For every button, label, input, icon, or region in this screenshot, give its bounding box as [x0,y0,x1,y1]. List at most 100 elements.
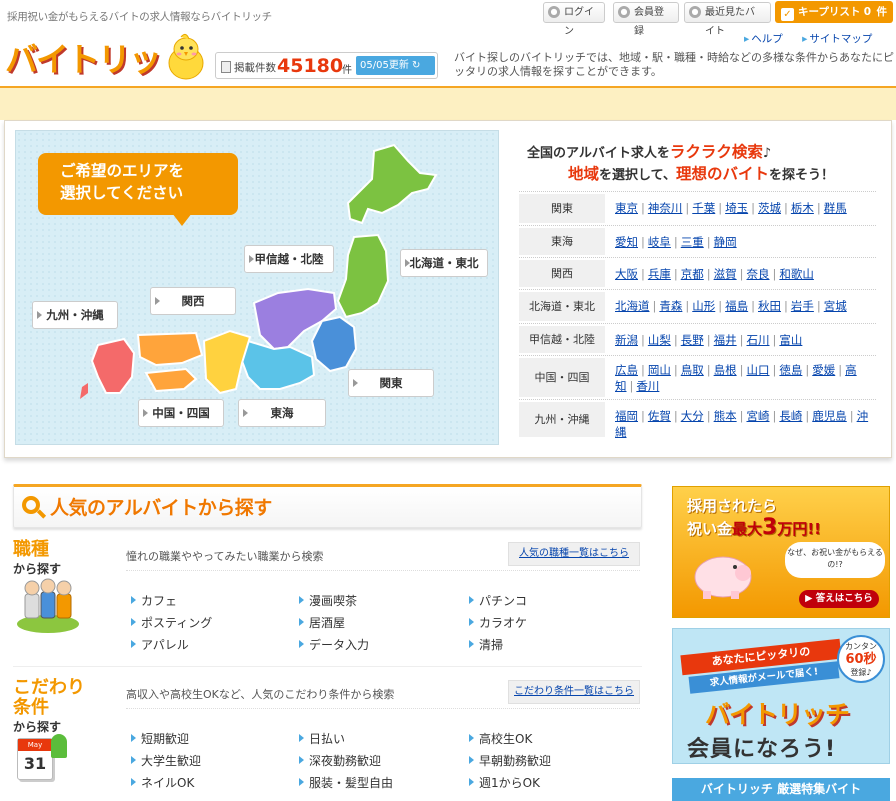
condition-more-link[interactable]: こだわり条件一覧はこちら [508,680,640,704]
separator: | [706,409,711,423]
prefecture-link[interactable]: 埼玉 [725,201,748,215]
prefecture-link[interactable]: 栃木 [791,201,814,215]
job-type-item[interactable]: 漫画喫茶 [299,592,357,609]
help-link[interactable]: ▸ ヘルプ [744,33,791,45]
prefecture-link[interactable]: 大分 [681,409,704,423]
job-type-item[interactable]: 清掃 [469,636,503,653]
prefecture-link[interactable]: 佐賀 [648,409,671,423]
prefecture-link[interactable]: 福岡 [615,409,638,423]
title1-pre: 全国のアルバイト求人を [527,146,670,161]
prefecture-link[interactable]: 岩手 [791,299,814,313]
job-type-more-link[interactable]: 人気の職種一覧はこちら [508,542,640,566]
prefecture-link[interactable]: 東京 [615,201,638,215]
prefecture-link[interactable]: 愛媛 [812,363,835,377]
prefecture-link[interactable]: 山口 [747,363,770,377]
map-region-tokai[interactable]: 東海 [238,399,326,427]
condition-item[interactable]: 高校生OK [469,730,532,747]
prefecture-link[interactable]: 奈良 [747,267,770,281]
prefecture-link[interactable]: 岡山 [648,363,671,377]
member-banner[interactable]: あなたにピッタリの 求人情報がメールで届く! カンタン 60秒 登録♪ バイトリ… [672,628,890,764]
job-type-item[interactable]: アパレル [131,636,189,653]
member-badge-line1: カンタン [845,642,877,651]
prefecture-link[interactable]: 富山 [779,333,802,347]
special-jobs-banner[interactable]: バイトリッチ 厳選特集バイト [672,778,890,801]
job-type-item[interactable]: 居酒屋 [299,614,345,631]
prefecture-link[interactable]: 宮城 [824,299,847,313]
condition-item-label: 大学生歓迎 [141,754,202,768]
login-button[interactable]: ● ログイン [543,2,605,37]
job-type-item[interactable]: ポスティング [131,614,212,631]
prefecture-link[interactable]: 宮崎 [747,409,770,423]
job-type-item[interactable]: データ入力 [299,636,369,653]
map-region-kansai[interactable]: 関西 [150,287,236,315]
prefecture-link[interactable]: 島根 [714,363,737,377]
map-region-koshinetsu[interactable]: 甲信越・北陸 [244,245,334,273]
condition-item[interactable]: 早朝勤務歓迎 [469,752,551,769]
prefecture-link[interactable]: 鹿児島 [812,409,847,423]
prefecture-link[interactable]: 石川 [747,333,770,347]
condition-item[interactable]: 日払い [299,730,345,747]
job-type-item[interactable]: カラオケ [469,614,527,631]
prefecture-link[interactable]: 神奈川 [648,201,683,215]
arrow-icon [299,734,304,742]
region-name: 甲信越・北陸 [519,326,605,353]
arrow-icon [299,596,304,604]
prefecture-link[interactable]: 福島 [725,299,748,313]
prefecture-link[interactable]: 大阪 [615,267,638,281]
arrow-icon [299,640,304,648]
prefecture-link[interactable]: 兵庫 [648,267,671,281]
prefecture-link[interactable]: 和歌山 [779,267,814,281]
prefecture-link[interactable]: 京都 [681,267,704,281]
condition-item[interactable]: 短期歓迎 [131,730,189,747]
prefecture-link[interactable]: 新潟 [615,333,638,347]
prefecture-link[interactable]: 三重 [681,235,704,249]
prefecture-link[interactable]: 千葉 [692,201,715,215]
prefecture-link[interactable]: 山形 [692,299,715,313]
region-row: 中国・四国 広島 | 岡山 | 鳥取 | 島根 | 山口 | 徳島 | 愛媛 | 高知 | 香川 [519,355,876,399]
prefecture-link[interactable]: 愛知 [615,235,638,249]
prefecture-link[interactable]: 鳥取 [681,363,704,377]
reward-answer-button[interactable]: ▶ 答えはこちら [799,590,879,608]
prefecture-link[interactable]: 山梨 [648,333,671,347]
region-row: 東海 愛知 | 岐阜 | 三重 | 静岡 [519,225,876,257]
prefecture-link[interactable]: 長崎 [779,409,802,423]
map-region-kanto[interactable]: 関東 [348,369,434,397]
map-region-chugoku[interactable]: 中国・四国 [138,399,224,427]
arrow-icon [249,255,254,263]
prefecture-link[interactable]: 岐阜 [648,235,671,249]
register-button[interactable]: ● 会員登録 [613,2,679,37]
map-region-kyushu[interactable]: 九州・沖縄 [32,301,118,329]
prefecture-link[interactable]: 秋田 [758,299,781,313]
arrow-icon [131,734,136,742]
prefecture-link[interactable]: 熊本 [714,409,737,423]
prefecture-link[interactable]: 群馬 [824,201,847,215]
condition-item[interactable]: 深夜勤務歓迎 [299,752,381,769]
condition-item[interactable]: 大学生歓迎 [131,752,201,769]
keep-list-button[interactable]: ✓ キープリスト 0 件 [775,1,893,23]
condition-item[interactable]: 週1からOK [469,774,540,791]
separator: | [673,363,678,377]
prefecture-link[interactable]: 長野 [681,333,704,347]
sitemap-link[interactable]: ▸ サイトマップ [802,33,880,45]
condition-item[interactable]: ネイルOK [131,774,194,791]
prefecture-link[interactable]: 静岡 [714,235,737,249]
condition-item[interactable]: 服装・髪型自由 [299,774,393,791]
map-region-hokkaido[interactable]: 北海道・東北 [400,249,488,277]
job-type-item[interactable]: カフェ [131,592,177,609]
prefecture-link[interactable]: 福井 [714,333,737,347]
job-type-title: 職種 [13,539,49,560]
prefecture-link[interactable]: 広島 [615,363,638,377]
prefecture-link[interactable]: 徳島 [779,363,802,377]
job-type-item-label: カラオケ [479,616,528,630]
prefecture-link[interactable]: 茨城 [758,201,781,215]
recent-jobs-button[interactable]: ● 最近見たバイト [684,2,771,37]
prefecture-link[interactable]: 北海道 [615,299,650,313]
prefecture-link[interactable]: 滋賀 [714,267,737,281]
update-date-badge[interactable]: 05/05更新 ↻ [356,56,435,75]
site-logo[interactable]: バイトリッチ [5,38,165,123]
job-type-item[interactable]: パチンコ [469,592,527,609]
arrow-icon: ▸ [802,33,808,45]
prefecture-link[interactable]: 香川 [636,379,659,393]
reward-banner[interactable]: 採用されたら 祝い金最大3万円!! なぜ、お祝い金がもらえるの!? ▶ 答えはこ… [672,486,890,618]
prefecture-link[interactable]: 青森 [659,299,682,313]
